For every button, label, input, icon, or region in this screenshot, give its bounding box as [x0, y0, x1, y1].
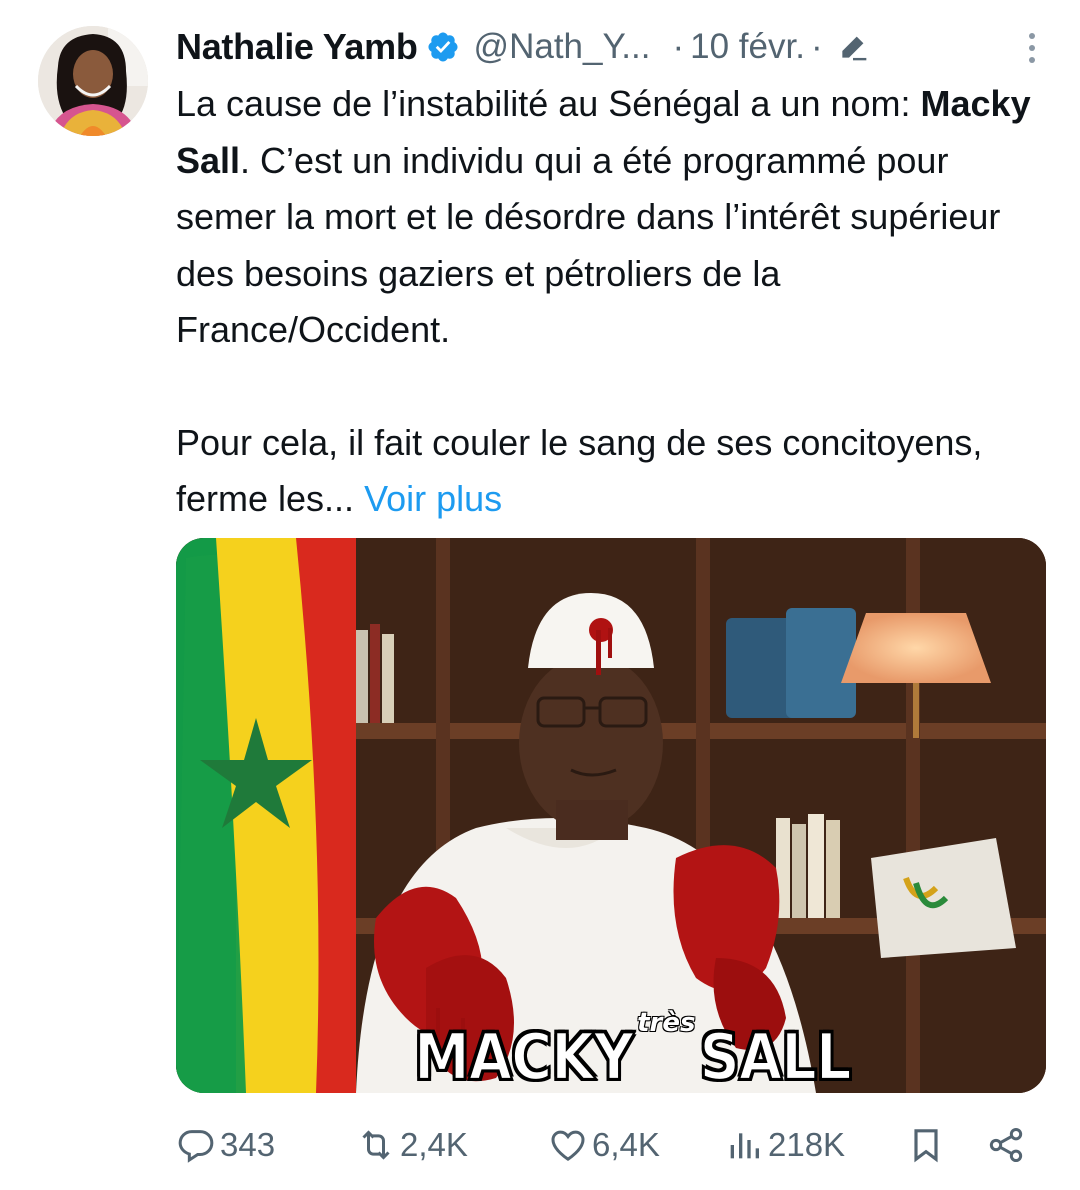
- tweet-text-segment: La cause de l’instabilité au Sénégal a u…: [176, 83, 921, 124]
- avatar-photo: [38, 26, 148, 136]
- tweet-paragraph: La cause de l’instabilité au Sénégal a u…: [176, 76, 1056, 359]
- caption-left: MACKY: [413, 1019, 635, 1093]
- views-chart-icon: [730, 1133, 759, 1159]
- author-name[interactable]: Nathalie Yamb: [176, 26, 418, 68]
- like-count: 6,4K: [592, 1126, 660, 1163]
- tweet-text-segment: . C’est un individu qui a été programmé …: [176, 139, 1001, 351]
- tweet-text: La cause de l’instabilité au Sénégal a u…: [176, 76, 1056, 528]
- reply-button[interactable]: 343: [176, 1120, 275, 1170]
- reply-icon: [178, 1130, 214, 1163]
- bookmark-button[interactable]: [906, 1120, 946, 1170]
- like-button[interactable]: 6,4K: [548, 1120, 660, 1170]
- reply-count: 343: [220, 1126, 276, 1163]
- share-icon: [989, 1128, 1023, 1162]
- author-handle[interactable]: @Nath_Y...: [474, 27, 651, 67]
- views-button[interactable]: 218K: [724, 1120, 845, 1170]
- show-more-link[interactable]: Voir plus: [364, 478, 502, 519]
- tweet-image[interactable]: MACKY très SALL: [176, 538, 1046, 1093]
- bookmark-icon: [914, 1129, 938, 1163]
- image-caption: MACKY très SALL: [413, 1008, 853, 1093]
- image-illustration: [176, 538, 1046, 1093]
- author-avatar[interactable]: [38, 26, 148, 136]
- tweet-paragraph: Pour cela, il fait couler le sang de ses…: [176, 415, 1056, 528]
- repost-icon: [362, 1130, 390, 1160]
- verified-badge-icon: [426, 30, 460, 64]
- tweet-header: Nathalie Yamb @Nath_Y... · 10 févr. ·: [176, 20, 1046, 74]
- view-count: 218K: [768, 1126, 846, 1163]
- repost-count: 2,4K: [400, 1126, 468, 1163]
- repost-button[interactable]: 2,4K: [356, 1120, 468, 1170]
- tweet-date[interactable]: 10 févr.: [690, 27, 805, 67]
- tweet-text-segment: Pour cela, il fait couler le sang de ses…: [176, 421, 983, 520]
- share-button[interactable]: [986, 1120, 1026, 1170]
- heart-icon: [551, 1130, 585, 1161]
- separator-dot: ·: [672, 27, 685, 66]
- edited-pencil-icon[interactable]: [837, 31, 869, 63]
- tweet-action-bar: 343 2,4K 6,4K 218K: [176, 1120, 1036, 1170]
- separator-dot: ·: [810, 27, 823, 66]
- caption-mid: très: [637, 1008, 696, 1038]
- more-options-icon[interactable]: [1018, 28, 1046, 68]
- caption-right: SALL: [698, 1019, 852, 1093]
